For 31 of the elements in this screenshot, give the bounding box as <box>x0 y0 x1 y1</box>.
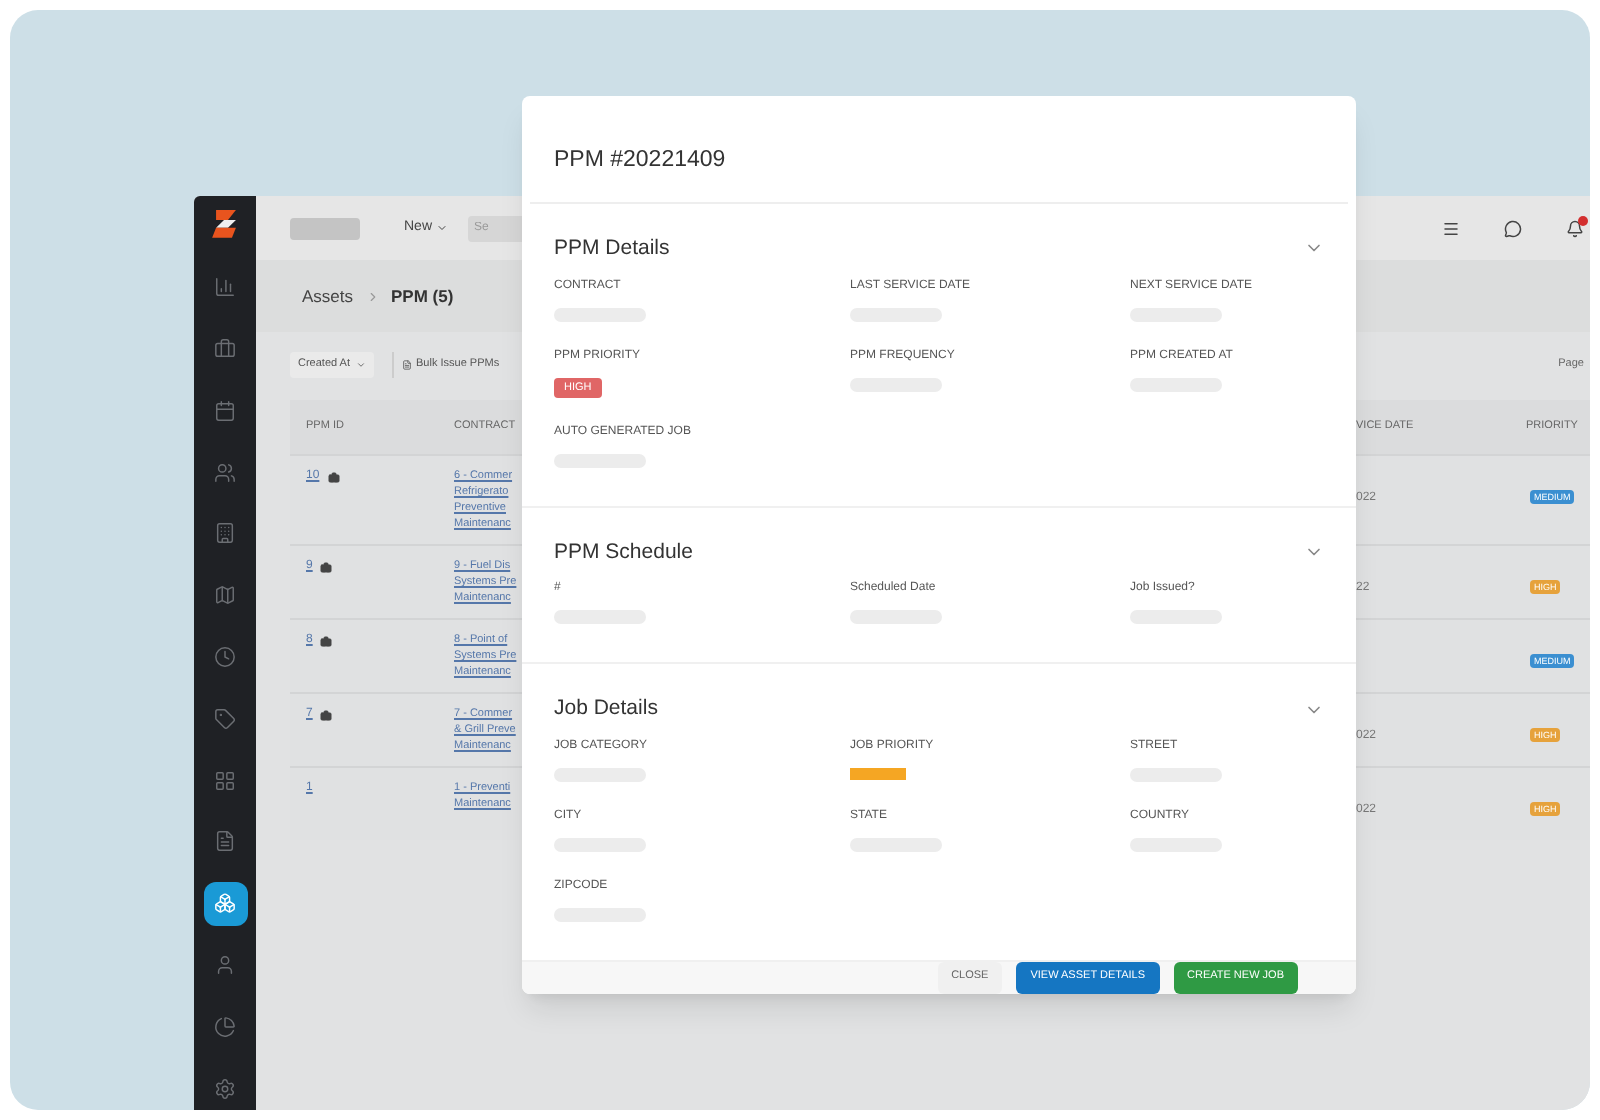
sidebar-item[interactable] <box>203 881 247 926</box>
document-icon <box>214 830 236 853</box>
logo-icon <box>209 208 241 240</box>
chart-icon <box>214 276 236 299</box>
section-title: PPM Schedule <box>554 541 693 563</box>
document-icon <box>402 359 412 369</box>
user-icon <box>214 954 236 977</box>
boxes-icon <box>214 892 236 915</box>
building-icon <box>214 522 236 545</box>
chat-icon[interactable] <box>1504 219 1522 237</box>
breadcrumb-current: PPM (5) <box>391 283 454 309</box>
caret-icon <box>356 359 366 369</box>
caret-icon <box>436 222 449 234</box>
chevron-icon <box>365 289 380 303</box>
notification-badge <box>1578 215 1588 225</box>
menu-icon[interactable] <box>1442 219 1460 237</box>
notification-icon[interactable] <box>1566 219 1584 237</box>
grid-icon <box>214 769 236 792</box>
calendar-icon <box>214 399 236 422</box>
map-icon <box>214 584 236 607</box>
briefcase-icon <box>214 338 236 361</box>
section-title: PPM Details <box>554 238 670 259</box>
logo-placeholder <box>290 217 360 239</box>
pie-chart-icon <box>214 1015 236 1038</box>
users-icon <box>214 461 236 484</box>
settings-icon <box>214 1077 236 1100</box>
clock-icon <box>214 646 236 669</box>
section-title: Job Details <box>554 698 658 720</box>
breadcrumb-link[interactable]: Assets <box>302 283 354 309</box>
tag-icon <box>214 707 236 730</box>
modal-title: PPM #20221409 <box>554 148 726 172</box>
